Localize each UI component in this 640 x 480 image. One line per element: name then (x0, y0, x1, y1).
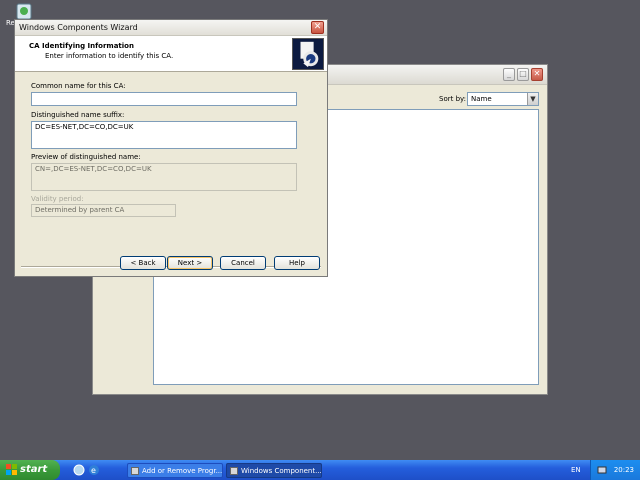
taskbar-item-add-remove-programs[interactable]: Add or Remove Progr... (127, 463, 223, 478)
show-desktop-icon[interactable] (73, 464, 85, 476)
wizard-titlebar[interactable]: Windows Components Wizard ✕ (15, 20, 327, 36)
chevron-down-icon[interactable]: ▼ (527, 93, 538, 105)
sort-by-select[interactable]: Name ▼ (467, 92, 539, 106)
header-subtitle: Enter information to identify this CA. (45, 52, 174, 60)
validity-period-label: Validity period: (31, 195, 84, 203)
taskbar: start e Add or Remove Progr... Windows C… (0, 460, 640, 480)
network-icon[interactable] (597, 465, 607, 475)
dn-suffix-label: Distinguished name suffix: (31, 111, 125, 119)
wizard-title: Windows Components Wizard (19, 23, 138, 32)
preview-dn-field: CN=,DC=ES-NET,DC=CO,DC=UK (31, 163, 297, 191)
maximize-button[interactable]: □ (517, 68, 529, 81)
sort-by-value: Name (471, 95, 492, 103)
help-button[interactable]: Help (274, 256, 320, 270)
internet-explorer-icon[interactable]: e (88, 464, 100, 476)
preview-dn-label: Preview of distinguished name: (31, 153, 141, 161)
start-label: start (20, 464, 48, 475)
next-button[interactable]: Next > (167, 256, 213, 270)
wizard-close-button[interactable]: ✕ (311, 21, 324, 34)
cancel-button[interactable]: Cancel (220, 256, 266, 270)
back-button[interactable]: < Back (120, 256, 166, 270)
wizard-app-icon (230, 467, 238, 475)
language-indicator[interactable]: EN (571, 466, 581, 474)
certificate-icon (292, 38, 324, 70)
system-tray: 20:23 (590, 460, 640, 480)
taskbar-item-label: Windows Component... (241, 467, 322, 475)
wizard-header: CA Identifying Information Enter informa… (15, 36, 327, 72)
windows-components-wizard[interactable]: Windows Components Wizard ✕ CA Identifyi… (14, 19, 328, 277)
sort-by-label: Sort by: (439, 95, 467, 103)
svg-text:e: e (91, 466, 96, 475)
common-name-input[interactable] (31, 92, 297, 106)
start-button[interactable]: start (0, 460, 60, 480)
windows-flag-icon (6, 464, 17, 475)
recycle-bin-icon (16, 3, 32, 20)
validity-period-field: Determined by parent CA (31, 204, 176, 217)
clock[interactable]: 20:23 (614, 466, 634, 474)
taskbar-item-windows-components-wizard[interactable]: Windows Component... (226, 463, 322, 478)
taskbar-item-label: Add or Remove Progr... (142, 467, 223, 475)
dn-suffix-input[interactable]: DC=ES-NET,DC=CO,DC=UK (31, 121, 297, 149)
add-remove-programs-icon (131, 467, 139, 475)
header-title: CA Identifying Information (29, 42, 134, 50)
close-button[interactable]: ✕ (531, 68, 543, 81)
minimize-button[interactable]: _ (503, 68, 515, 81)
common-name-label: Common name for this CA: (31, 82, 126, 90)
